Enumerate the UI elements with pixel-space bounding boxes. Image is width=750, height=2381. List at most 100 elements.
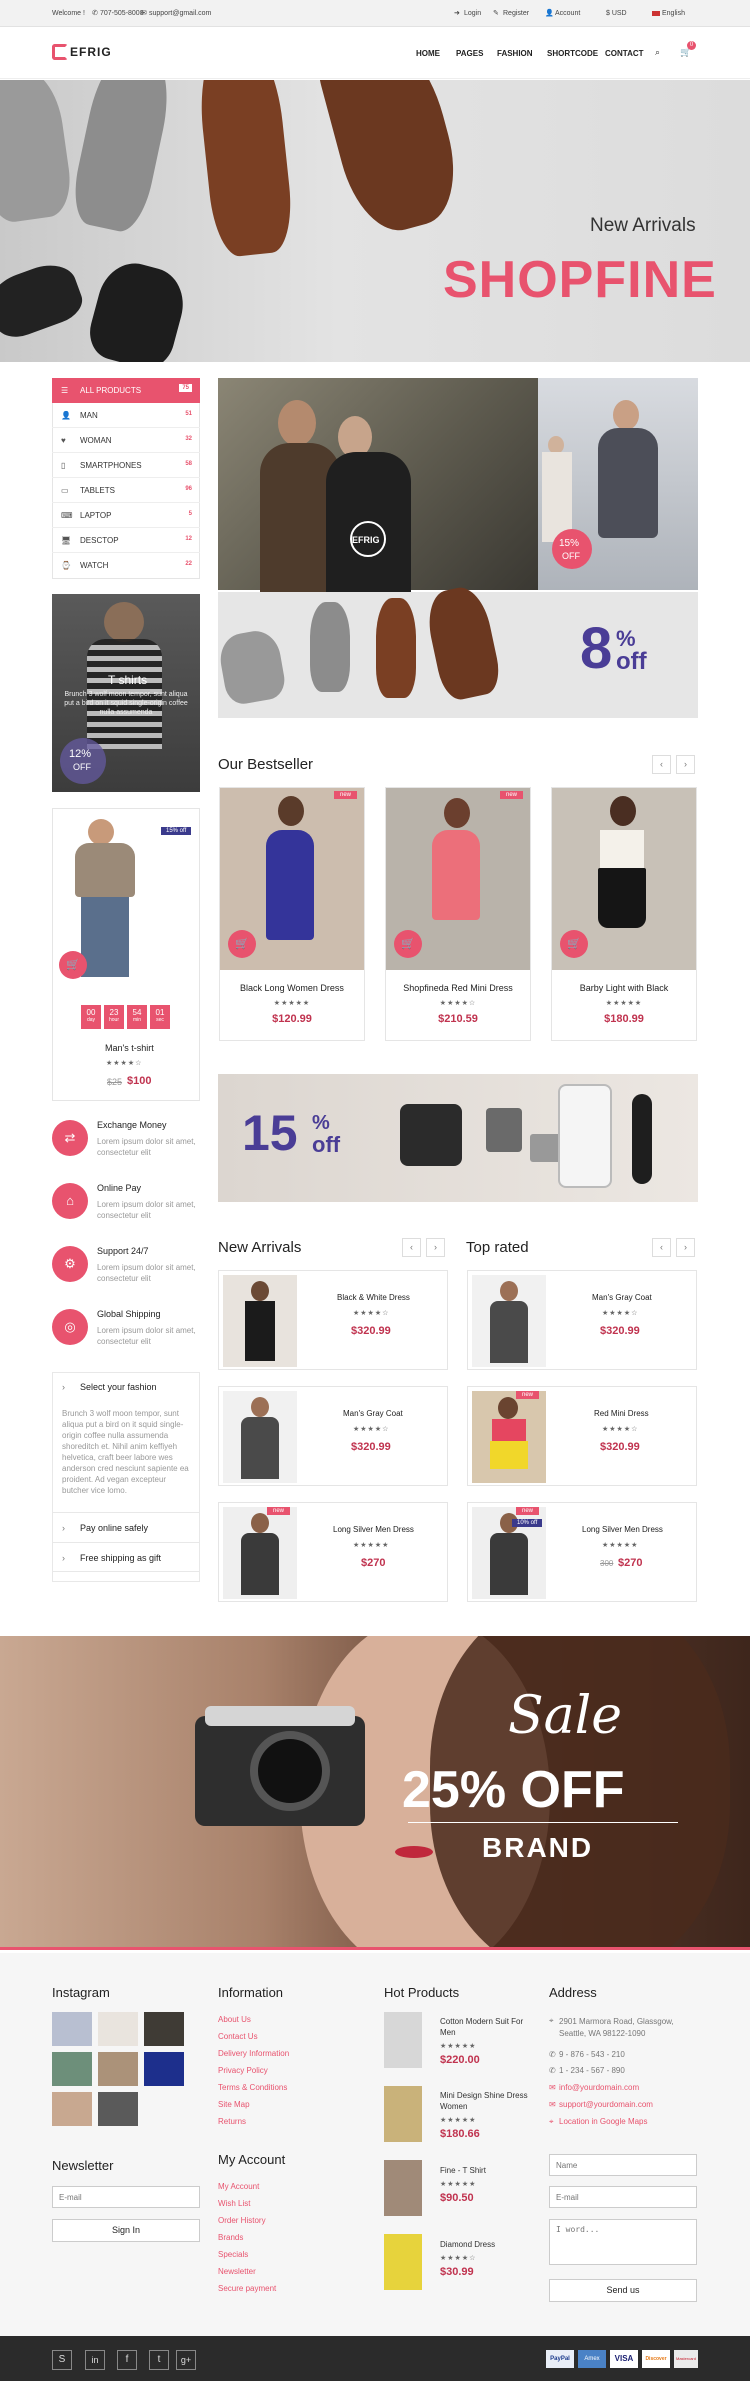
footer-link[interactable]: Terms & Conditions bbox=[218, 2083, 287, 2092]
search-icon[interactable]: ⌕ bbox=[655, 47, 660, 58]
hot-product-image[interactable] bbox=[384, 2234, 422, 2290]
list-product-card[interactable]: Man's Gray Coat ★★★★☆ $320.99 bbox=[218, 1386, 448, 1486]
footer-link[interactable]: Wish List bbox=[218, 2199, 250, 2208]
add-to-cart-icon[interactable]: 🛒 bbox=[228, 930, 256, 958]
deal-product-name[interactable]: Man's t-shirt bbox=[105, 1043, 154, 1053]
sale-banner[interactable]: Sale 25% OFF BRAND bbox=[0, 1636, 750, 1950]
category-laptop[interactable]: ⌨ LAPTOP 5 bbox=[52, 503, 200, 528]
hot-product-image[interactable] bbox=[384, 2086, 422, 2142]
accordion-item-pay[interactable]: › Pay online safely bbox=[52, 1512, 200, 1542]
product-name[interactable]: Long Silver Men Dress bbox=[333, 1525, 414, 1534]
footer-link[interactable]: Delivery Information bbox=[218, 2049, 289, 2058]
instagram-photo[interactable] bbox=[52, 2092, 92, 2126]
skype-icon[interactable]: S bbox=[52, 2350, 72, 2370]
email-link[interactable]: support@gmail.com bbox=[149, 0, 211, 27]
model-banner[interactable]: 15% OFF bbox=[538, 378, 698, 590]
category-woman[interactable]: ♥ WOMAN 32 bbox=[52, 428, 200, 453]
fashion-banner[interactable]: EFRIG bbox=[218, 378, 538, 593]
register-link[interactable]: Register bbox=[503, 0, 529, 27]
instagram-photo[interactable] bbox=[98, 2052, 138, 2086]
send-button[interactable]: Send us bbox=[549, 2279, 697, 2302]
contact-message-textarea[interactable] bbox=[549, 2219, 697, 2265]
account-dropdown[interactable]: Account bbox=[555, 0, 580, 27]
footer-link[interactable]: Newsletter bbox=[218, 2267, 256, 2276]
product-card[interactable]: new 🛒 Shopfineda Red Mini Dress ★★★★☆ $2… bbox=[385, 787, 531, 1041]
logo[interactable]: EFRIG bbox=[70, 45, 112, 59]
linkedin-icon[interactable]: in bbox=[85, 2350, 105, 2370]
add-to-cart-icon[interactable]: 🛒 bbox=[394, 930, 422, 958]
product-card[interactable]: 🛒 Barby Light with Black ★★★★★ $180.99 bbox=[551, 787, 697, 1041]
product-name[interactable]: Man's Gray Coat bbox=[343, 1409, 403, 1418]
footer-link[interactable]: Brands bbox=[218, 2233, 243, 2242]
category-all-products[interactable]: ☰ ALL PRODUCTS 75 bbox=[52, 378, 200, 403]
category-smartphones[interactable]: ▯ SMARTPHONES 58 bbox=[52, 453, 200, 478]
contact-email-input[interactable] bbox=[549, 2186, 697, 2208]
tshirt-promo[interactable]: T shirts Brunch 3 wolf moon tempor, sunt… bbox=[52, 594, 200, 792]
email-link[interactable]: support@yourdomain.com bbox=[559, 2100, 653, 2109]
product-card[interactable]: new 🛒 Black Long Women Dress ★★★★★ $120.… bbox=[219, 787, 365, 1041]
product-name[interactable]: Black Long Women Dress bbox=[220, 983, 364, 993]
product-name[interactable]: Barby Light with Black bbox=[552, 983, 696, 993]
currency-dropdown[interactable]: $ USD bbox=[606, 0, 627, 27]
instagram-photo[interactable] bbox=[144, 2012, 184, 2046]
prev-arrow-icon[interactable]: ‹ bbox=[652, 1238, 671, 1257]
next-arrow-icon[interactable]: › bbox=[426, 1238, 445, 1257]
add-to-cart-icon[interactable]: 🛒 bbox=[560, 930, 588, 958]
sign-in-button[interactable]: Sign In bbox=[52, 2219, 200, 2242]
hot-product-name[interactable]: Fine - T Shirt bbox=[440, 2166, 530, 2175]
footer-link[interactable]: Secure payment bbox=[218, 2284, 276, 2293]
facebook-icon[interactable]: f bbox=[117, 2350, 137, 2370]
nav-fashion[interactable]: FASHION bbox=[497, 49, 533, 58]
footer-link[interactable]: Privacy Policy bbox=[218, 2066, 268, 2075]
gadgets-banner[interactable]: 15 % off bbox=[218, 1074, 698, 1202]
footer-link[interactable]: Specials bbox=[218, 2250, 248, 2259]
nav-shortcode[interactable]: SHORTCODE bbox=[547, 49, 598, 58]
footer-link[interactable]: About Us bbox=[218, 2015, 251, 2024]
list-product-card[interactable]: new 10% off Long Silver Men Dress ★★★★★ … bbox=[467, 1502, 697, 1602]
instagram-photo[interactable] bbox=[52, 2052, 92, 2086]
add-to-cart-icon[interactable]: 🛒 bbox=[59, 951, 87, 979]
accordion-item-fashion[interactable]: › Select your fashion bbox=[52, 1372, 200, 1402]
category-tablets[interactable]: ▭ TABLETS 96 bbox=[52, 478, 200, 503]
product-name[interactable]: Long Silver Men Dress bbox=[582, 1525, 663, 1534]
next-arrow-icon[interactable]: › bbox=[676, 1238, 695, 1257]
hot-product-name[interactable]: Cotton Modern Suit For Men bbox=[440, 2016, 530, 2038]
nav-home[interactable]: HOME bbox=[416, 49, 440, 58]
language-dropdown[interactable]: English bbox=[662, 0, 685, 27]
footer-link[interactable]: Returns bbox=[218, 2117, 246, 2126]
contact-name-input[interactable] bbox=[549, 2154, 697, 2176]
footer-link[interactable]: Contact Us bbox=[218, 2032, 258, 2041]
deal-card[interactable]: 15% off 🛒 00 day 23 hour 54 min 01 sec Man's… bbox=[52, 808, 200, 1101]
google-plus-icon[interactable]: g+ bbox=[176, 2350, 196, 2370]
nav-contact[interactable]: CONTACT bbox=[605, 49, 644, 58]
shoes-banner[interactable]: 8 % off bbox=[216, 582, 698, 718]
login-link[interactable]: Login bbox=[464, 0, 481, 27]
category-man[interactable]: 👤 MAN 51 bbox=[52, 403, 200, 428]
footer-link[interactable]: Order History bbox=[218, 2216, 266, 2225]
twitter-icon[interactable]: t bbox=[149, 2350, 169, 2370]
hero-banner[interactable]: New Arrivals SHOPFINE bbox=[0, 80, 750, 362]
nav-pages[interactable]: PAGES bbox=[456, 49, 483, 58]
hot-product-image[interactable] bbox=[384, 2160, 422, 2216]
list-product-card[interactable]: Black & White Dress ★★★★☆ $320.99 bbox=[218, 1270, 448, 1370]
prev-arrow-icon[interactable]: ‹ bbox=[402, 1238, 421, 1257]
instagram-photo[interactable] bbox=[98, 2092, 138, 2126]
instagram-photo[interactable] bbox=[52, 2012, 92, 2046]
category-desctop[interactable]: 🖥 DESCTOP 12 bbox=[52, 528, 200, 553]
list-product-card[interactable]: new Long Silver Men Dress ★★★★★ $270 bbox=[218, 1502, 448, 1602]
list-product-card[interactable]: new Red Mini Dress ★★★★☆ $320.99 bbox=[467, 1386, 697, 1486]
next-arrow-icon[interactable]: › bbox=[676, 755, 695, 774]
instagram-photo[interactable] bbox=[98, 2012, 138, 2046]
product-name[interactable]: Shopfineda Red Mini Dress bbox=[386, 983, 530, 993]
email-link[interactable]: info@yourdomain.com bbox=[559, 2083, 639, 2092]
product-name[interactable]: Man's Gray Coat bbox=[592, 1293, 652, 1302]
footer-link[interactable]: Site Map bbox=[218, 2100, 250, 2109]
prev-arrow-icon[interactable]: ‹ bbox=[652, 755, 671, 774]
product-name[interactable]: Black & White Dress bbox=[337, 1293, 410, 1302]
footer-link[interactable]: My Account bbox=[218, 2182, 259, 2191]
hot-product-name[interactable]: Diamond Dress bbox=[440, 2240, 530, 2249]
newsletter-email-input[interactable] bbox=[52, 2186, 200, 2208]
hot-product-name[interactable]: Mini Design Shine Dress Women bbox=[440, 2090, 530, 2112]
category-watch[interactable]: ⌚ WATCH 22 bbox=[52, 553, 200, 578]
product-name[interactable]: Red Mini Dress bbox=[594, 1409, 649, 1418]
